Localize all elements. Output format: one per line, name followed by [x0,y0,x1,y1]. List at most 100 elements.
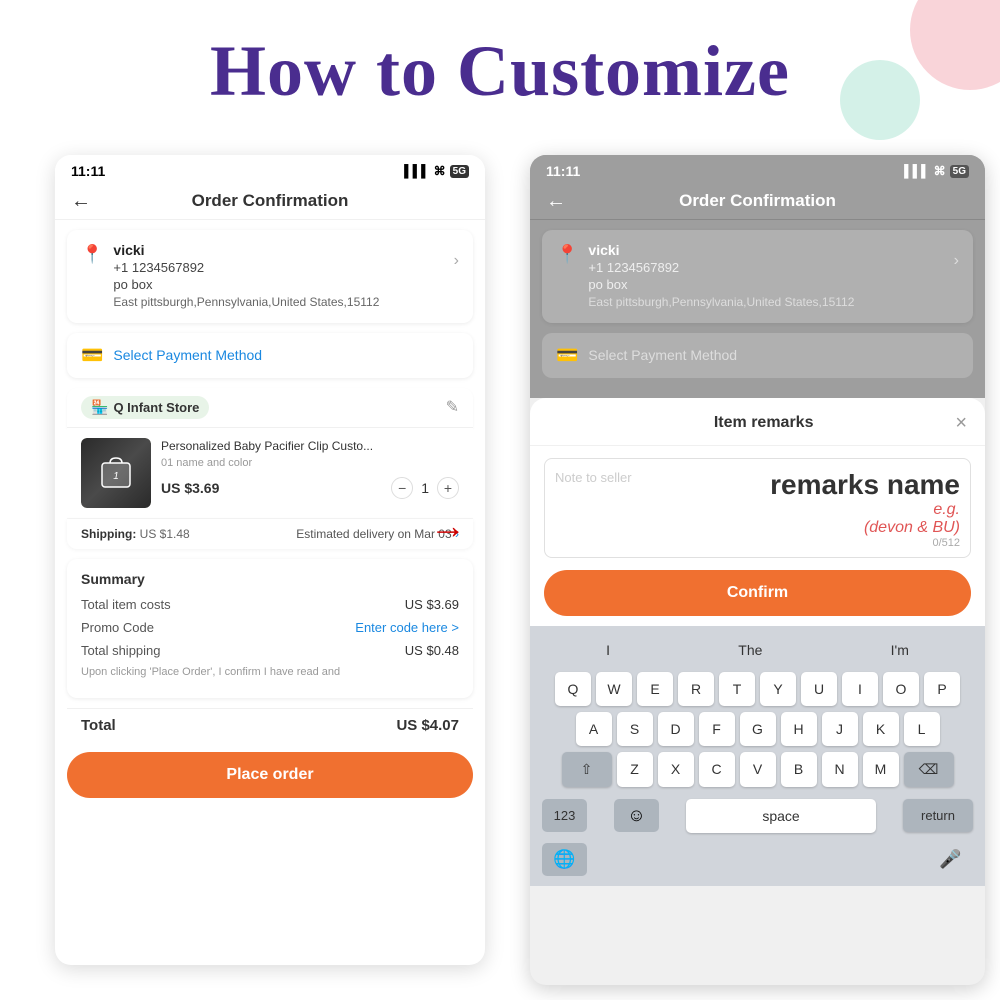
key-c[interactable]: C [699,752,735,787]
key-g[interactable]: G [740,712,776,746]
remarks-eg-text: e.g. [770,501,960,519]
right-address-name: vicki [588,242,943,258]
right-page-title: Order Confirmation [679,191,836,211]
remarks-textarea[interactable]: Note to seller remarks name e.g. (devon … [544,458,971,558]
key-s[interactable]: S [617,712,653,746]
suggestion-im[interactable]: I'm [883,640,917,660]
qty-increase-button[interactable]: + [437,477,459,499]
modal-close-button[interactable]: × [955,412,967,435]
suggestion-i[interactable]: I [598,640,618,660]
right-back-button[interactable]: ← [546,190,566,213]
key-a[interactable]: A [576,712,612,746]
right-phone-screenshot: 11:11 ▌▌▌ ⌘ 5G ← Order Confirmation 📍 vi… [530,155,985,985]
key-b[interactable]: B [781,752,817,787]
keyboard-bottom-row: 123 ☺ space return [534,793,981,839]
promo-value[interactable]: Enter code here > [355,620,459,635]
svg-text:1: 1 [113,471,119,482]
keyboard: I The I'm Q W E R T Y U I O P A S D [530,626,985,886]
right-wifi-icon: ⌘ [934,164,946,178]
right-network-badge: 5G [950,165,969,178]
address-arrow-icon[interactable]: › [454,252,459,270]
address-location: East pittsburgh,Pennsylvania,United Stat… [113,294,443,311]
key-d[interactable]: D [658,712,694,746]
product-variant: 01 name and color [161,457,459,469]
key-r[interactable]: R [678,672,714,706]
key-l[interactable]: L [904,712,940,746]
key-o[interactable]: O [883,672,919,706]
key-return[interactable]: return [903,799,973,832]
left-back-button[interactable]: ← [71,190,91,213]
key-x[interactable]: X [658,752,694,787]
suggestion-the[interactable]: The [730,640,770,660]
product-details: Personalized Baby Pacifier Clip Custo...… [161,438,459,499]
key-v[interactable]: V [740,752,776,787]
key-delete[interactable]: ⌫ [904,752,954,787]
key-t[interactable]: T [719,672,755,706]
key-e[interactable]: E [637,672,673,706]
total-shipping-value: US $0.48 [405,643,459,658]
page-title: How to Customize [0,30,1000,113]
promo-label: Promo Code [81,620,154,635]
key-q[interactable]: Q [555,672,591,706]
modal-title: Item remarks [572,414,955,432]
payment-icon: 💳 [81,345,103,366]
total-label: Total [81,717,116,734]
right-payment-icon: 💳 [556,345,578,366]
product-name: Personalized Baby Pacifier Clip Custo... [161,438,459,455]
left-status-time: 11:11 [71,163,105,179]
keyboard-row-1: Q W E R T Y U I O P [534,672,981,706]
summary-shipping-row: Total shipping US $0.48 [81,643,459,658]
disclaimer-text: Upon clicking 'Place Order', I confirm I… [81,666,459,678]
item-cost-label: Total item costs [81,597,171,612]
qty-decrease-button[interactable]: − [391,477,413,499]
right-location-icon: 📍 [556,244,578,265]
key-z[interactable]: Z [617,752,653,787]
address-name: vicki [113,242,443,258]
right-address-arrow-icon[interactable]: › [954,252,959,270]
remarks-name-text: remarks name [770,469,960,501]
product-thumbnail: 1 [81,438,151,508]
key-n[interactable]: N [822,752,858,787]
key-y[interactable]: Y [760,672,796,706]
key-p[interactable]: P [924,672,960,706]
payment-method-row[interactable]: 💳 Select Payment Method [67,333,473,378]
left-status-icons: ▌▌▌ ⌘ 5G [404,164,469,178]
key-globe[interactable]: 🌐 [542,843,587,876]
key-i[interactable]: I [842,672,878,706]
key-shift[interactable]: ⇧ [562,752,612,787]
key-m[interactable]: M [863,752,899,787]
place-order-button[interactable]: Place order [67,752,473,798]
key-mic[interactable]: 🎤 [928,843,973,876]
right-payment-label: Select Payment Method [588,347,737,363]
confirm-button[interactable]: Confirm [544,570,971,616]
key-h[interactable]: H [781,712,817,746]
key-u[interactable]: U [801,672,837,706]
key-emoji[interactable]: ☺ [614,799,659,832]
item-remarks-modal: Item remarks × Note to seller remarks na… [530,398,985,886]
key-space[interactable]: space [686,799,876,833]
key-f[interactable]: F [699,712,735,746]
product-image: 1 [81,438,151,508]
total-shipping-label: Total shipping [81,643,161,658]
keyboard-row-2: A S D F G H J K L [534,712,981,746]
note-icon[interactable]: ✎ [446,397,459,417]
shipping-label: Shipping: US $1.48 [81,527,190,541]
left-status-bar: 11:11 ▌▌▌ ⌘ 5G [55,155,485,183]
red-arrow-indicator: ← [430,505,466,547]
right-signal-icon: ▌▌▌ [904,164,930,178]
right-payment-row[interactable]: 💳 Select Payment Method [542,333,973,378]
key-123[interactable]: 123 [542,799,587,832]
shipping-row: Shipping: US $1.48 Estimated delivery on… [67,519,473,549]
payment-label: Select Payment Method [113,347,262,363]
right-address-phone: +1 1234567892 [588,260,943,275]
location-icon: 📍 [81,244,103,265]
remarks-overlay: remarks name e.g. (devon & BU) [770,469,960,537]
summary-item-cost-row: Total item costs US $3.69 [81,597,459,612]
right-status-icons: ▌▌▌ ⌘ 5G [904,164,969,178]
right-address-card: 📍 vicki +1 1234567892 po box East pittsb… [542,230,973,323]
key-w[interactable]: W [596,672,632,706]
key-j[interactable]: J [822,712,858,746]
key-k[interactable]: K [863,712,899,746]
store-name: Q Infant Store [113,400,199,415]
item-cost-value: US $3.69 [405,597,459,612]
